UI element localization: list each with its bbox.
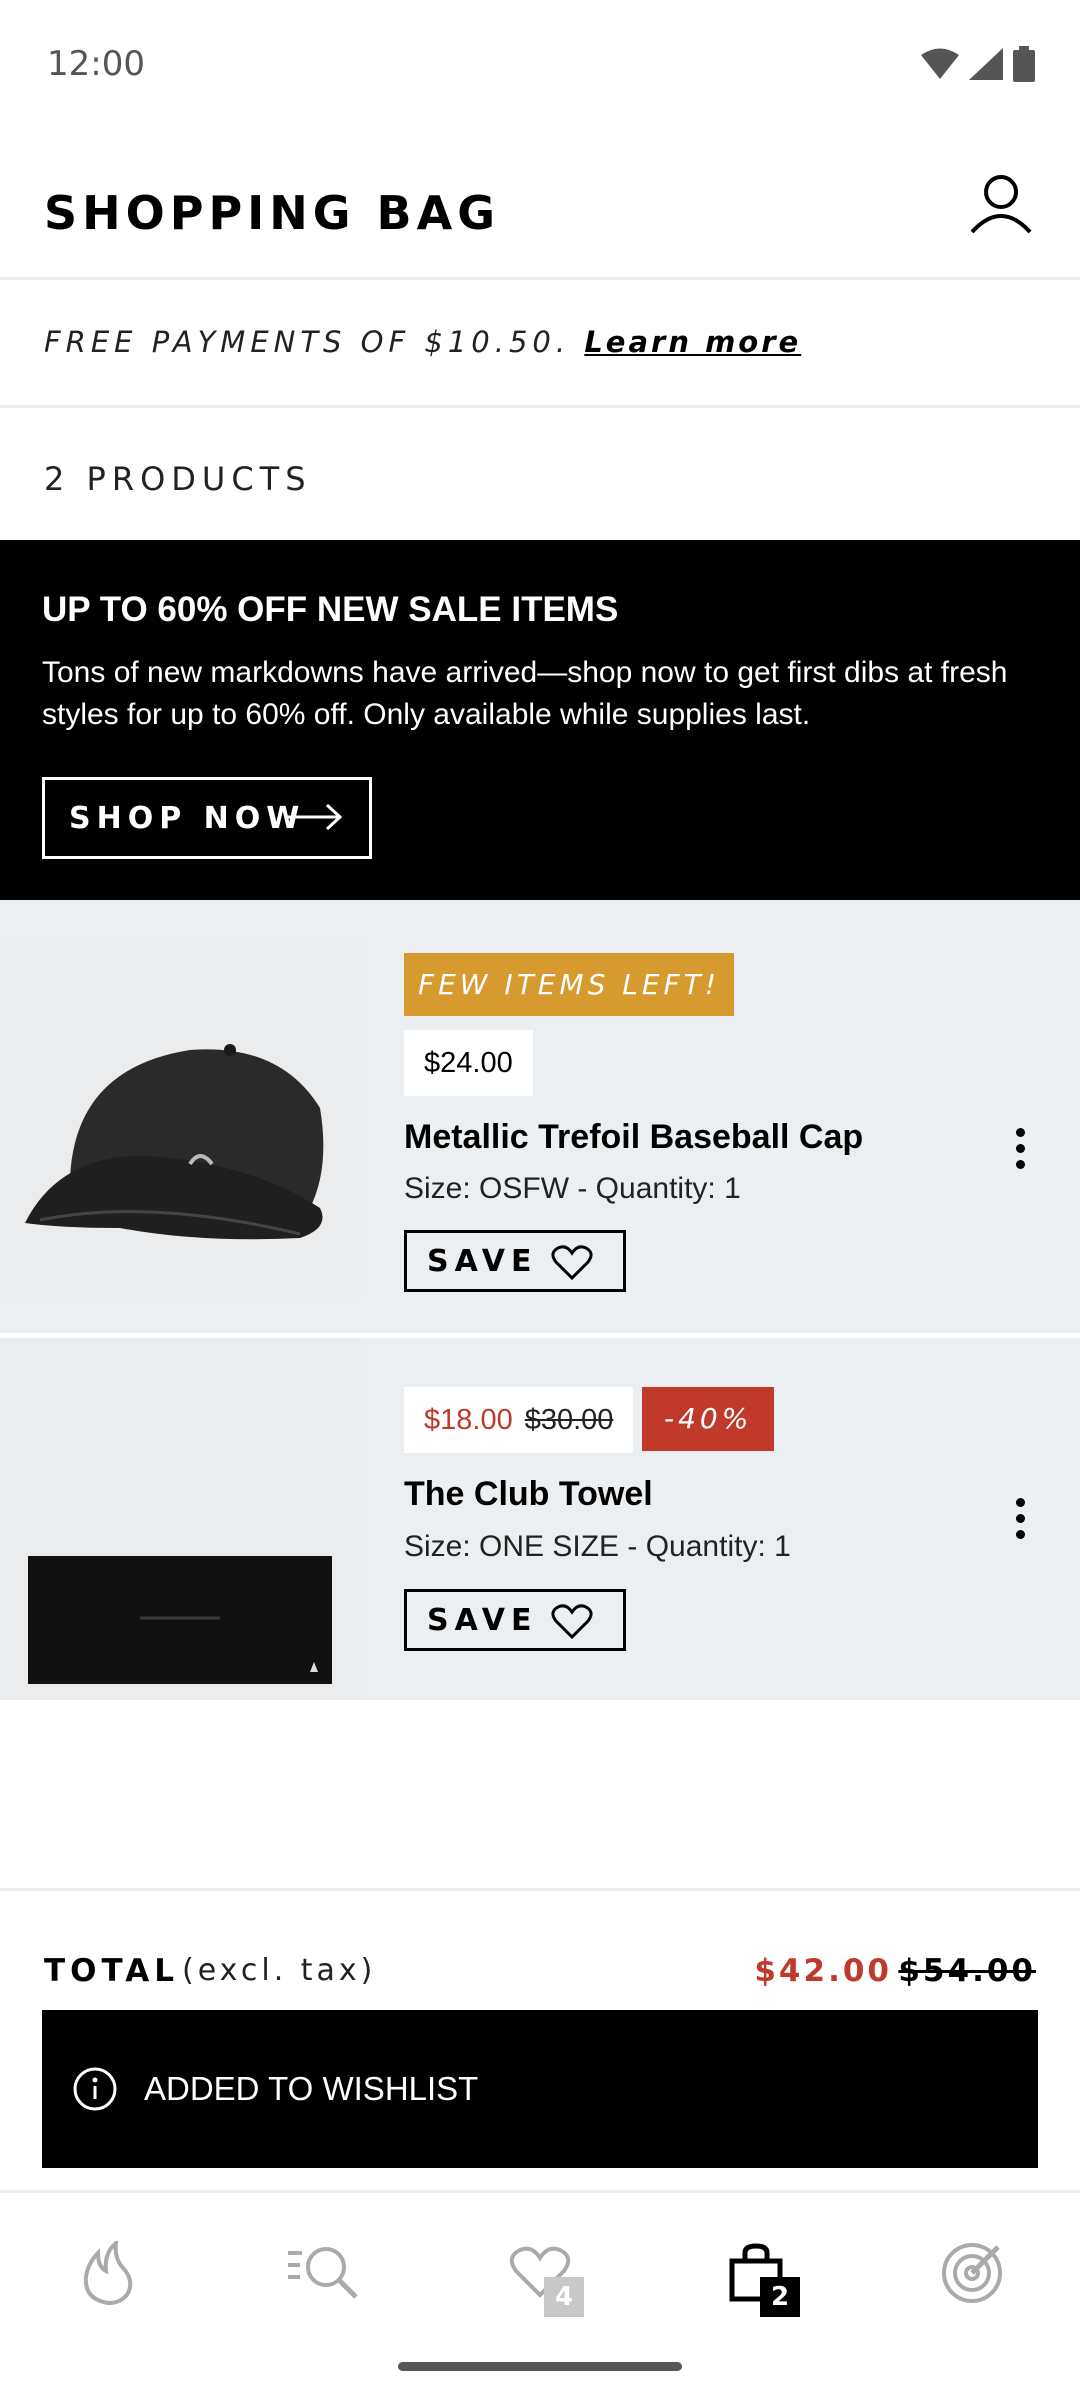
status-icons (921, 46, 1035, 82)
sale-banner: UP TO 60% OFF NEW SALE ITEMS Tons of new… (0, 540, 1080, 900)
promo-message: FREE PAYMENTS OF $10.50. (44, 325, 571, 359)
home-indicator[interactable] (398, 2362, 682, 2371)
shop-now-button[interactable]: SHOP NOW (42, 777, 372, 859)
discount-badge: -40% (642, 1387, 775, 1451)
total-label: TOTAL (44, 1953, 179, 1989)
radar-icon (942, 2243, 1002, 2303)
product-name[interactable]: The Club Towel (404, 1475, 653, 1514)
battery-icon (1013, 46, 1035, 82)
more-options-icon-dot (1015, 1529, 1025, 1539)
nav-search[interactable] (284, 2233, 364, 2313)
product-name[interactable]: Metallic Trefoil Baseball Cap (404, 1118, 863, 1157)
sale-banner-title: UP TO 60% OFF NEW SALE ITEMS (42, 590, 619, 629)
more-options-button[interactable] (1000, 1488, 1040, 1548)
more-options-icon-dot (1015, 1513, 1025, 1523)
flame-icon (83, 2241, 133, 2305)
save-to-wishlist-button[interactable]: SAVE (404, 1589, 626, 1651)
few-items-left-badge: FEW ITEMS LEFT! (404, 953, 734, 1016)
bag-item: $18.00 $30.00 -40% The Club Towel Size: O… (0, 1338, 1080, 1700)
status-bar: 12:00 (0, 0, 1080, 130)
nav-bag[interactable]: 2 (716, 2233, 800, 2317)
product-image-towel[interactable] (0, 1338, 362, 1700)
payments-promo: FREE PAYMENTS OF $10.50. Learn more (0, 283, 1080, 408)
price: $24.00 (404, 1030, 533, 1096)
more-options-icon-dot (1015, 1143, 1025, 1153)
arrow-right-icon (287, 803, 343, 831)
nav-wishlist[interactable]: 4 (500, 2233, 584, 2317)
cap-image (25, 1044, 324, 1240)
price: $18.00 $30.00 (404, 1387, 634, 1453)
header: SHOPPING BAG (0, 130, 1080, 280)
status-time: 12:00 (47, 44, 145, 84)
page-title: SHOPPING BAG (44, 186, 500, 240)
towel-image (28, 1556, 332, 1684)
learn-more-link[interactable]: Learn more (584, 325, 801, 359)
info-icon (73, 2067, 117, 2111)
more-options-icon-dot (1015, 1159, 1025, 1169)
product-size-quantity: Size: OSFW - Quantity: 1 (404, 1172, 741, 1205)
save-label: SAVE (427, 1602, 538, 1638)
total-tax-note: (excl. tax) (182, 1953, 377, 1988)
bag-count-badge: 2 (760, 2277, 800, 2317)
toast-message: ADDED TO WISHLIST (144, 2070, 479, 2107)
user-icon (970, 175, 1032, 234)
original-price: $30.00 (524, 1404, 614, 1436)
wifi-icon (921, 48, 959, 79)
total-sale-price: $42.00 (754, 1953, 892, 1989)
product-count: 2 PRODUCTS (44, 460, 312, 498)
heart-icon (551, 1604, 593, 1640)
more-options-button[interactable] (1000, 1118, 1040, 1178)
save-to-wishlist-button[interactable]: SAVE (404, 1230, 626, 1292)
sale-price: $18.00 (424, 1404, 513, 1436)
nav-trending[interactable] (68, 2233, 148, 2313)
product-size-quantity: Size: ONE SIZE - Quantity: 1 (404, 1530, 791, 1563)
search-list-icon (288, 2247, 358, 2299)
bag-item: FEW ITEMS LEFT! $24.00 Metallic Trefoil … (0, 900, 1080, 1333)
nav-radar[interactable] (932, 2233, 1012, 2313)
total-original-price: $54.00 (898, 1953, 1036, 1989)
save-label: SAVE (427, 1243, 538, 1279)
more-options-icon (1015, 1497, 1025, 1507)
wishlist-toast: ADDED TO WISHLIST (42, 2010, 1038, 2168)
wishlist-count-badge: 4 (544, 2277, 584, 2317)
shop-now-label: SHOP NOW (69, 800, 306, 836)
heart-icon (551, 1245, 593, 1281)
product-image-cap[interactable] (0, 938, 362, 1298)
sale-banner-body: Tons of new markdowns have arrived—shop … (42, 656, 1008, 731)
signal-icon (969, 48, 1003, 80)
promo-text: FREE PAYMENTS OF $10.50. Learn more (44, 325, 801, 359)
account-button[interactable] (966, 170, 1036, 240)
more-options-icon (1015, 1127, 1025, 1137)
